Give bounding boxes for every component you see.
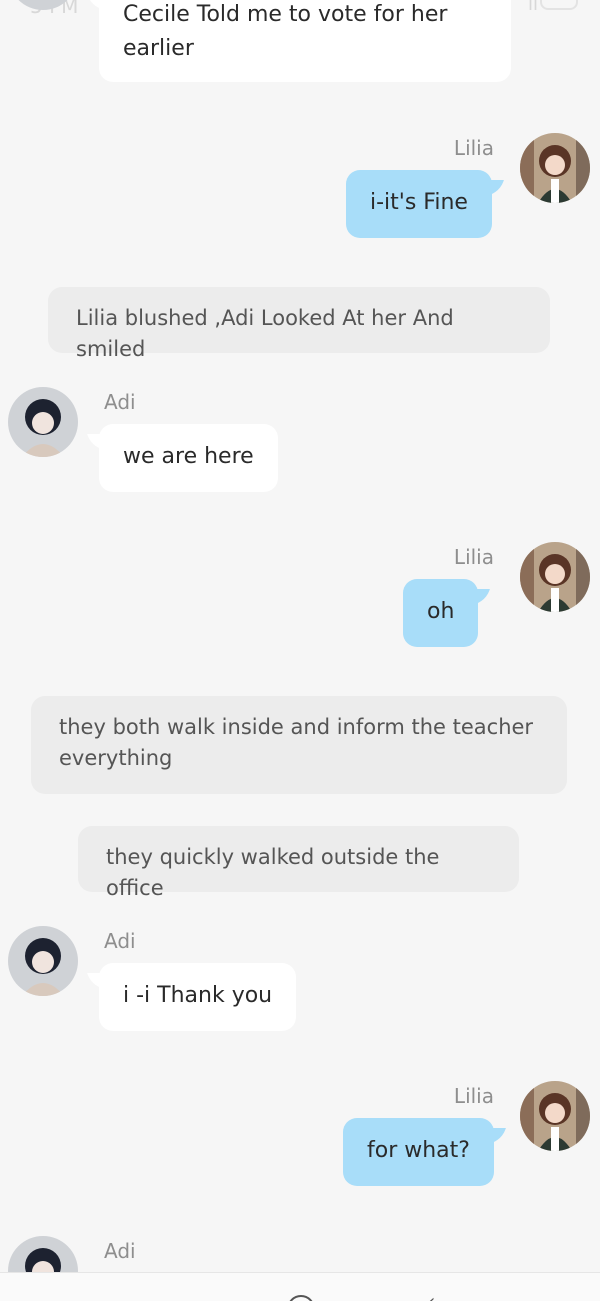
message-bubble[interactable]: oh [403, 579, 479, 647]
narration-message[interactable]: Lilia blushed ,Adi Looked At her And smi… [48, 287, 550, 361]
avatar-lilia[interactable] [520, 542, 590, 612]
message-text: we are here [123, 444, 254, 469]
sender-name: Adi [104, 929, 136, 953]
avatar-adi[interactable] [8, 926, 78, 996]
message-bubble[interactable]: i-it's Fine [346, 170, 492, 238]
back-arrow-icon[interactable]: ‹ [428, 1291, 435, 1301]
avatar-lilia[interactable] [520, 1081, 590, 1151]
narration-message[interactable]: they quickly walked outside the office [78, 826, 519, 900]
bottom-navigation-bar: ‹ [0, 1272, 600, 1301]
avatar-lilia[interactable] [520, 133, 590, 203]
message-bubble[interactable]: we are here [99, 424, 278, 492]
message-bubble[interactable]: for what? [343, 1118, 494, 1186]
sender-name: Lilia [453, 136, 494, 160]
narration-text: they quickly walked outside the office [106, 845, 440, 900]
message-text: i-it's Fine [370, 190, 468, 215]
sender-name: Adi [104, 1239, 136, 1263]
sender-name: Lilia [453, 545, 494, 569]
battery-icon [540, 0, 578, 10]
message-bubble[interactable]: Cecile Told me to vote for her earlier [99, 0, 511, 82]
narration-text: they both walk inside and inform the tea… [59, 715, 534, 770]
message-text: for what? [367, 1138, 470, 1163]
message-text: oh [427, 599, 455, 624]
sender-name: Adi [104, 390, 136, 414]
sender-name: Lilia [453, 1084, 494, 1108]
narration-text: Lilia blushed ,Adi Looked At her And smi… [76, 306, 454, 361]
message-text: Cecile Told me to vote for her earlier [123, 2, 448, 61]
narration-message[interactable]: they both walk inside and inform the tea… [31, 696, 567, 794]
message-text: i -i Thank you [123, 983, 273, 1008]
message-bubble[interactable]: i -i Thank you [99, 963, 297, 1031]
signal-icon: ıl [527, 0, 538, 15]
avatar-adi[interactable] [8, 387, 78, 457]
home-circle-icon[interactable] [287, 1295, 315, 1301]
